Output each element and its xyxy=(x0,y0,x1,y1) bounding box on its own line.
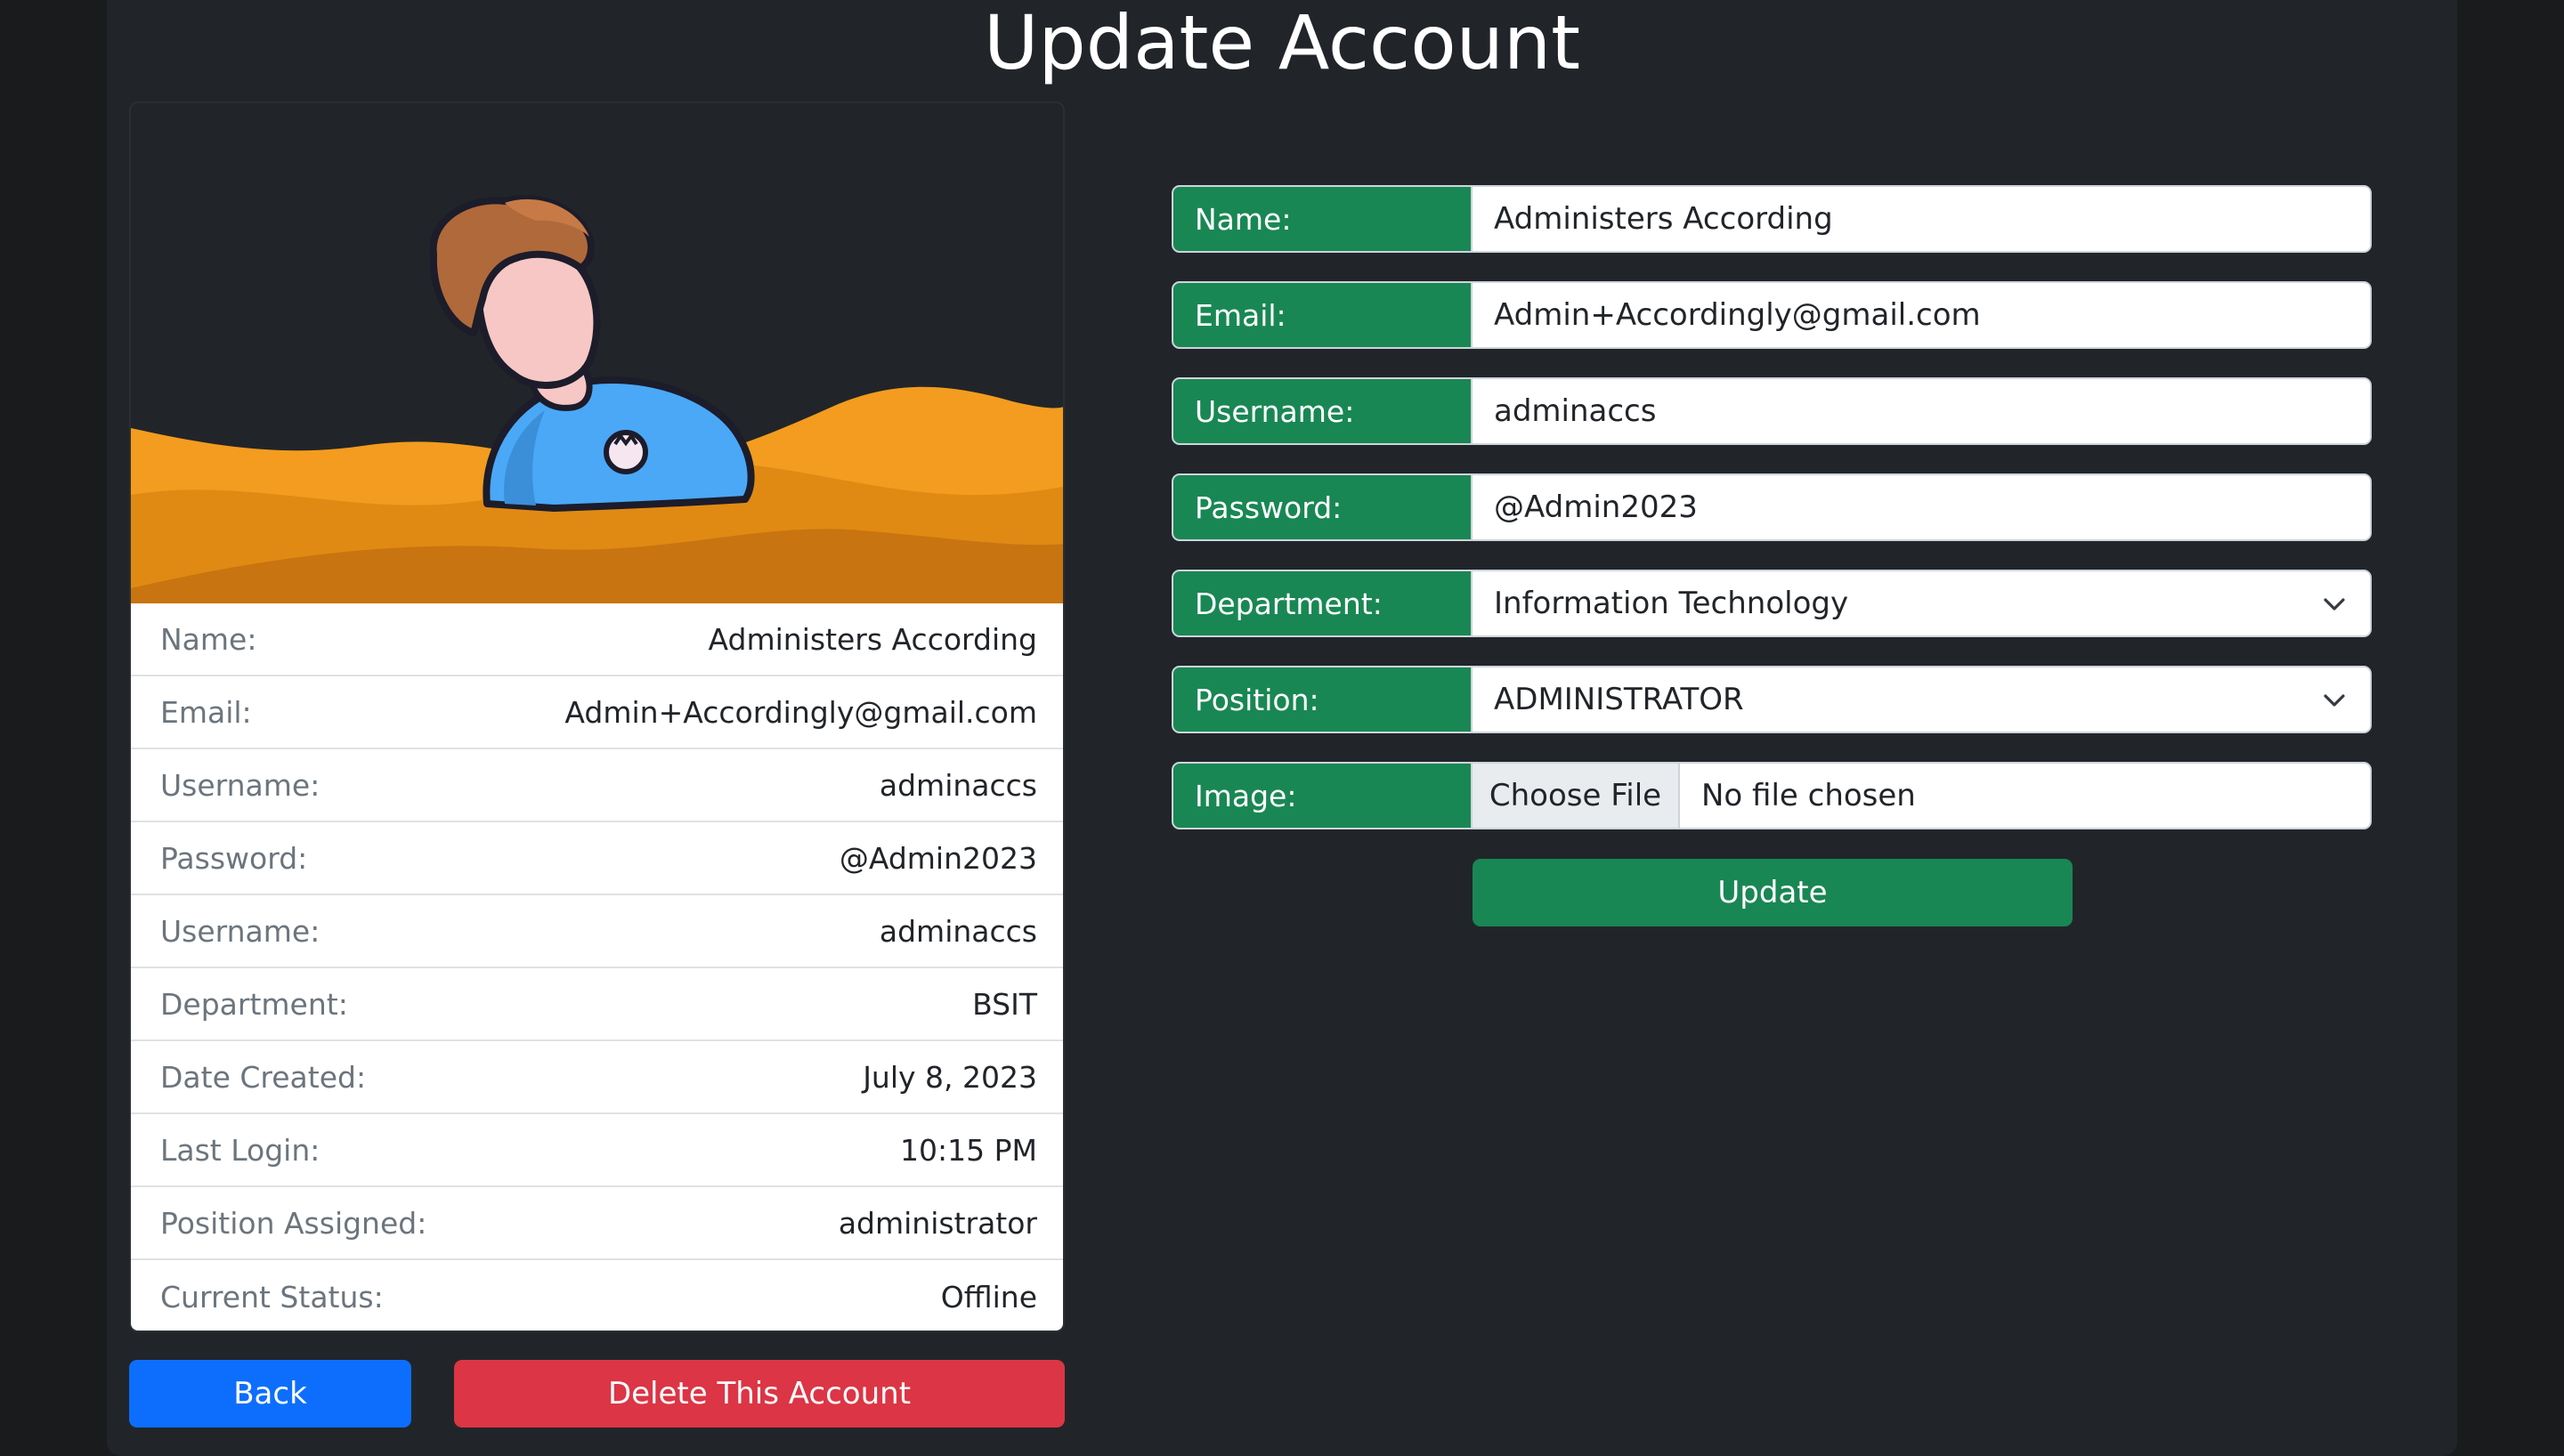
chevron-down-icon xyxy=(2324,694,2345,707)
department-selected: Information Technology xyxy=(1494,586,1849,621)
info-row-name: Name: Administers According xyxy=(131,603,1063,676)
update-button[interactable]: Update xyxy=(1473,859,2073,926)
info-label: Password: xyxy=(160,840,308,876)
username-input-group: Username: xyxy=(1172,377,2372,445)
email-input-group: Email: xyxy=(1172,281,2372,349)
password-input[interactable] xyxy=(1473,475,2370,539)
info-label: Email: xyxy=(160,694,252,730)
password-input-group: Password: xyxy=(1172,473,2372,541)
info-row-date-created: Date Created: July 8, 2023 xyxy=(131,1041,1063,1114)
username-label: Username: xyxy=(1173,379,1473,443)
info-label: Username: xyxy=(160,767,320,803)
info-value: adminaccs xyxy=(879,767,1037,803)
profile-info-list: Name: Administers According Email: Admin… xyxy=(131,603,1063,1331)
choose-file-button[interactable]: Choose File xyxy=(1473,764,1680,828)
email-input[interactable] xyxy=(1473,283,2370,347)
password-label: Password: xyxy=(1173,475,1473,539)
back-button[interactable]: Back xyxy=(129,1360,411,1428)
delete-account-button[interactable]: Delete This Account xyxy=(454,1360,1065,1428)
chevron-down-icon xyxy=(2324,598,2345,611)
info-label: Date Created: xyxy=(160,1059,367,1095)
info-value: administrator xyxy=(838,1205,1037,1241)
info-row-username: Username: adminaccs xyxy=(131,749,1063,822)
department-label: Department: xyxy=(1173,571,1473,635)
image-input-group: Image: Choose File No file chosen xyxy=(1172,762,2372,829)
position-label: Position: xyxy=(1173,667,1473,732)
department-input-group: Department: Information Technology xyxy=(1172,570,2372,637)
name-label: Name: xyxy=(1173,187,1473,251)
info-label: Name: xyxy=(160,621,257,657)
info-row-email: Email: Admin+Accordingly@gmail.com xyxy=(131,676,1063,749)
position-select[interactable]: ADMINISTRATOR xyxy=(1473,667,2370,732)
info-value: July 8, 2023 xyxy=(863,1059,1037,1095)
status-value: Offline xyxy=(940,1279,1037,1314)
info-label: Department: xyxy=(160,986,348,1022)
profile-card: Name: Administers According Email: Admin… xyxy=(129,101,1065,1332)
image-label: Image: xyxy=(1173,764,1473,828)
profile-hero xyxy=(131,103,1063,603)
info-row-status: Current Status: Offline xyxy=(131,1260,1063,1331)
info-value: adminaccs xyxy=(879,913,1037,949)
info-row-username-2: Username: adminaccs xyxy=(131,895,1063,968)
page-title: Update Account xyxy=(983,0,1581,86)
name-input-group: Name: xyxy=(1172,185,2372,253)
department-select[interactable]: Information Technology xyxy=(1473,571,2370,635)
info-value: Administers According xyxy=(708,621,1037,657)
info-label: Position Assigned: xyxy=(160,1205,427,1241)
info-row-password: Password: @Admin2023 xyxy=(131,822,1063,895)
username-input[interactable] xyxy=(1473,379,2370,443)
info-value: 10:15 PM xyxy=(900,1132,1037,1168)
info-label: Username: xyxy=(160,913,320,949)
email-label: Email: xyxy=(1173,283,1473,347)
position-selected: ADMINISTRATOR xyxy=(1494,682,1744,717)
info-value: BSIT xyxy=(972,986,1037,1022)
file-status: No file chosen xyxy=(1701,778,1916,813)
info-label: Current Status: xyxy=(160,1279,384,1314)
name-input[interactable] xyxy=(1473,187,2370,251)
position-input-group: Position: ADMINISTRATOR xyxy=(1172,666,2372,733)
info-row-position: Position Assigned: administrator xyxy=(131,1187,1063,1260)
avatar-illustration xyxy=(131,195,1063,603)
info-value: Admin+Accordingly@gmail.com xyxy=(564,694,1037,730)
info-row-department: Department: BSIT xyxy=(131,968,1063,1041)
info-value: @Admin2023 xyxy=(839,840,1037,876)
info-label: Last Login: xyxy=(160,1132,320,1168)
info-row-last-login: Last Login: 10:15 PM xyxy=(131,1114,1063,1187)
